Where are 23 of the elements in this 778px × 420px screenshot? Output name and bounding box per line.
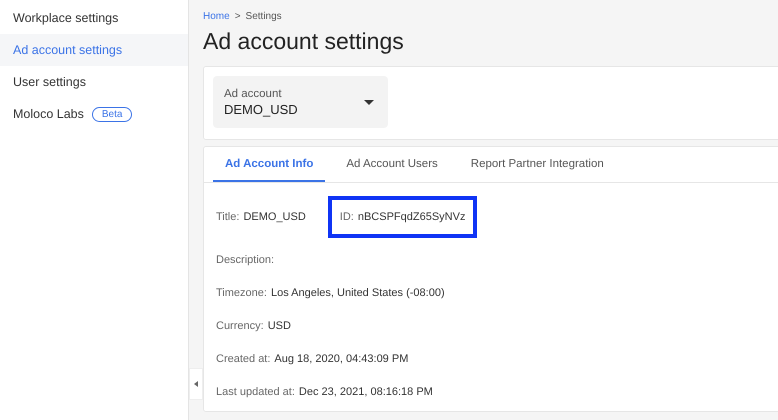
info-field: Last updated at: Dec 23, 2021, 08:16:18 PM [216, 386, 433, 398]
caret-icon [194, 381, 198, 387]
page-title: Ad account settings [203, 28, 405, 55]
beta-badge: Beta [92, 106, 132, 122]
breadcrumb-separator: > [234, 11, 241, 22]
breadcrumb-link[interactable]: Home [203, 11, 230, 22]
tab[interactable]: Ad Account Users [334, 147, 450, 182]
info-field: Created at: Aug 18, 2020, 04:43:09 PM [216, 352, 408, 364]
info-field: ID: nBCSPFqdZ65SyNVz [328, 196, 478, 238]
sidebar-item[interactable]: User settings [0, 66, 188, 98]
caret-icon [364, 100, 374, 104]
tab[interactable]: Report Partner Integration [458, 147, 616, 182]
sidebar-item[interactable]: Workplace settings [0, 2, 188, 34]
info-field: Description: [216, 254, 274, 266]
breadcrumb-current: Settings [246, 11, 282, 22]
account-select[interactable]: Ad account DEMO_USD [213, 76, 388, 128]
info-field: Timezone: Los Angeles, United States (-08:00) [216, 286, 445, 298]
sidebar-item[interactable]: Ad account settings [0, 34, 188, 66]
info-field: Currency: USD [216, 320, 291, 332]
info-field: Title: DEMO_USD [216, 211, 306, 223]
collapse-handle[interactable] [189, 368, 203, 400]
tab[interactable]: Ad Account Info [213, 147, 326, 182]
sidebar-item[interactable]: Moloco Labs Beta [0, 98, 188, 130]
